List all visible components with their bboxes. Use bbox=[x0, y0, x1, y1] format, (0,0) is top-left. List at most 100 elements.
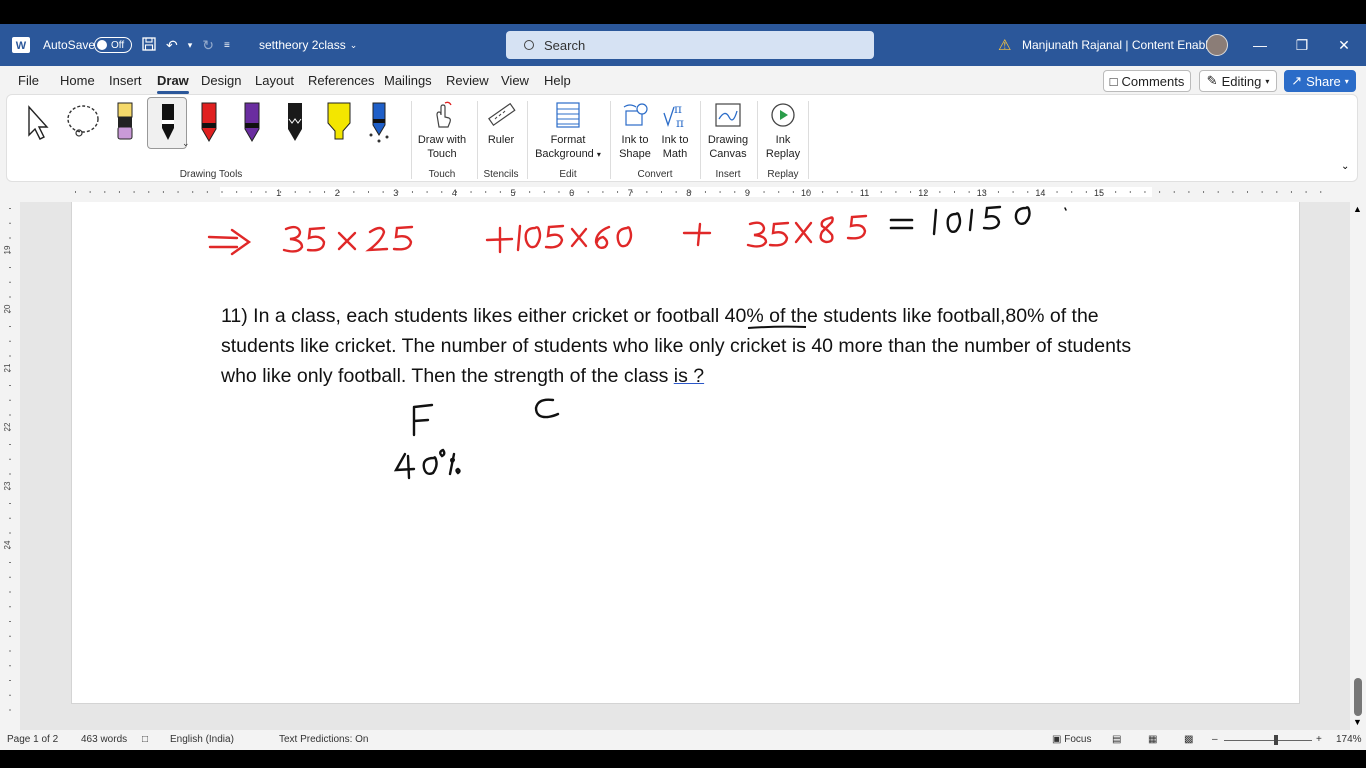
page-count[interactable]: Page 1 of 2 bbox=[7, 734, 58, 745]
editing-button[interactable]: ✎ Editing ▾ bbox=[1199, 70, 1277, 92]
save-icon[interactable] bbox=[142, 36, 156, 54]
scrollbar-thumb[interactable] bbox=[1354, 678, 1362, 716]
divider bbox=[610, 101, 611, 179]
tab-mailings[interactable]: Mailings bbox=[384, 73, 432, 88]
read-mode-icon[interactable]: ▤ bbox=[1112, 734, 1121, 745]
purple-pen-icon[interactable] bbox=[240, 101, 268, 145]
comments-button[interactable]: □ Comments bbox=[1103, 70, 1191, 92]
zoom-level[interactable]: 174% bbox=[1336, 734, 1362, 745]
customize-qa-icon[interactable]: ≡ bbox=[224, 40, 230, 51]
share-label: Share bbox=[1306, 73, 1341, 89]
ruler-tick bbox=[470, 191, 472, 193]
document-title[interactable]: settheory 2class ⌄ bbox=[259, 24, 357, 66]
warning-icon[interactable]: ⚠ bbox=[998, 24, 1011, 66]
ink-to-shape-button[interactable]: Ink to Shape bbox=[615, 101, 655, 161]
ruler-tick bbox=[9, 576, 11, 578]
tab-review[interactable]: Review bbox=[446, 73, 489, 88]
ruler-tick bbox=[646, 191, 648, 193]
search-placeholder: Search bbox=[544, 37, 586, 53]
tab-design[interactable]: Design bbox=[201, 73, 241, 88]
ruler-tick bbox=[983, 191, 985, 193]
ruler-tick bbox=[1056, 191, 1058, 193]
select-pointer-icon[interactable] bbox=[23, 103, 51, 147]
web-layout-icon[interactable]: ▩ bbox=[1184, 734, 1193, 745]
ruler-tick bbox=[529, 191, 531, 193]
ink-layer[interactable] bbox=[72, 202, 1301, 704]
tab-home[interactable]: Home bbox=[60, 73, 95, 88]
draw-with-touch-label-1: Draw with bbox=[417, 134, 467, 146]
scroll-up-icon[interactable]: ▲ bbox=[1353, 204, 1362, 214]
share-button[interactable]: ↗ Share ▾ bbox=[1284, 70, 1356, 92]
question-text-1: 11) In a class, each students likes eith… bbox=[221, 305, 725, 327]
ruler-button[interactable]: Ruler bbox=[481, 101, 521, 147]
format-background-button[interactable]: Format Background ▾ bbox=[531, 101, 605, 162]
user-name[interactable]: Manjunath Rajanal | Content Enablers bbox=[1022, 24, 1225, 66]
tab-help[interactable]: Help bbox=[544, 73, 571, 88]
zoom-slider[interactable] bbox=[1224, 740, 1312, 741]
ink-to-math-button[interactable]: ππ Ink to Math bbox=[655, 101, 695, 161]
close-button[interactable]: ✕ bbox=[1324, 24, 1364, 66]
tab-file[interactable]: File bbox=[18, 73, 39, 88]
restore-button[interactable]: ❐ bbox=[1282, 24, 1322, 66]
tab-layout[interactable]: Layout bbox=[255, 73, 294, 88]
ruler-tick bbox=[9, 414, 11, 416]
ruler-tick bbox=[543, 191, 545, 193]
zoom-out-icon[interactable]: – bbox=[1212, 734, 1218, 745]
black-pencil-icon[interactable] bbox=[283, 101, 311, 145]
ruler-tick bbox=[75, 191, 76, 193]
tab-view[interactable]: View bbox=[501, 73, 529, 88]
word-logo-icon: W bbox=[12, 24, 32, 66]
divider bbox=[477, 101, 478, 179]
ruler-tick bbox=[9, 517, 11, 519]
ruler-tick bbox=[9, 606, 11, 608]
ink-replay-button[interactable]: Ink Replay bbox=[763, 101, 803, 161]
scroll-down-icon[interactable]: ▼ bbox=[1353, 717, 1362, 727]
ribbon-collapse-icon[interactable]: ⌄ bbox=[1341, 161, 1349, 172]
ruler-tick bbox=[1027, 191, 1029, 193]
galaxy-pen-icon[interactable] bbox=[367, 101, 395, 145]
ruler-tick bbox=[265, 191, 267, 193]
undo-dropdown-icon[interactable]: ▾ bbox=[188, 40, 193, 51]
zoom-slider-thumb[interactable] bbox=[1274, 735, 1278, 745]
draw-with-touch-button[interactable]: Draw with Touch bbox=[415, 101, 469, 161]
ruler-tick bbox=[661, 191, 662, 193]
language[interactable]: English (India) bbox=[170, 734, 234, 745]
tab-references[interactable]: References bbox=[308, 73, 374, 88]
red-pen-icon[interactable] bbox=[197, 101, 225, 145]
avatar[interactable] bbox=[1206, 34, 1228, 56]
tab-insert[interactable]: Insert bbox=[109, 73, 142, 88]
ruler-tick bbox=[851, 191, 853, 193]
word-count[interactable]: 463 words bbox=[81, 734, 127, 745]
toggle-knob bbox=[97, 40, 107, 50]
document-page[interactable]: 11) In a class, each students likes eith… bbox=[71, 202, 1300, 704]
search-box[interactable]: Search bbox=[506, 31, 874, 59]
ink-to-math-label-2: Math bbox=[662, 148, 688, 160]
zoom-in-icon[interactable]: + bbox=[1316, 734, 1322, 745]
minimize-button[interactable]: — bbox=[1240, 24, 1280, 66]
ruler-tick bbox=[9, 267, 11, 268]
ruler-tick bbox=[1320, 191, 1322, 193]
yellow-highlighter-icon[interactable] bbox=[325, 101, 353, 145]
black-pen-selected[interactable]: ⌄ bbox=[147, 97, 190, 149]
ruler-tick bbox=[1144, 191, 1146, 193]
print-layout-icon[interactable]: ▦ bbox=[1148, 734, 1157, 745]
undo-icon[interactable]: ↶ bbox=[166, 37, 178, 54]
drawing-canvas-button[interactable]: Drawing Canvas bbox=[705, 101, 751, 161]
ruler-tick bbox=[968, 191, 970, 193]
highlighter-pen-icon[interactable] bbox=[113, 101, 141, 145]
text-predictions[interactable]: Text Predictions: On bbox=[279, 734, 368, 745]
tab-draw[interactable]: Draw bbox=[157, 73, 189, 94]
ruler-icon bbox=[486, 101, 516, 129]
editing-label: Editing bbox=[1221, 73, 1262, 89]
horizontal-ruler[interactable]: 1 2 3 4 5 6 7 8 9 10 11 12 13 14 15 bbox=[0, 184, 1366, 200]
focus-button[interactable]: ▣ Focus bbox=[1052, 734, 1091, 745]
lasso-select-icon[interactable] bbox=[63, 103, 103, 147]
autosave-toggle[interactable]: Off bbox=[94, 37, 132, 53]
proofing-icon[interactable]: □ bbox=[142, 734, 148, 745]
question-paragraph[interactable]: 11) In a class, each students likes eith… bbox=[221, 301, 1151, 391]
redo-icon[interactable]: ↻ bbox=[202, 37, 214, 54]
vertical-scrollbar[interactable]: ▲ ▼ bbox=[1350, 202, 1366, 730]
ruler-tick bbox=[309, 191, 311, 193]
ruler-tick bbox=[9, 385, 11, 386]
vertical-ruler[interactable]: 19 20 21 22 23 24 bbox=[0, 204, 20, 724]
